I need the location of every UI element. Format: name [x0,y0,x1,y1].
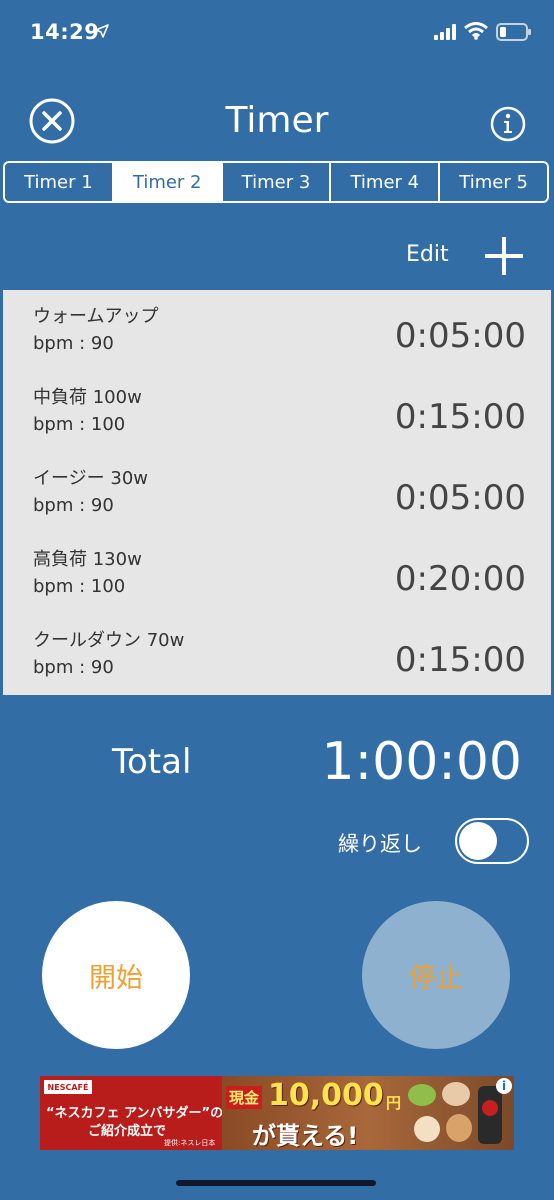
battery-icon [496,23,531,41]
edit-button[interactable]: Edit [406,242,449,267]
start-button[interactable]: 開始 [42,901,190,1049]
interval-duration: 0:05:00 [394,316,526,356]
info-icon[interactable] [490,106,526,142]
interval-name: ウォームアップ [33,306,159,327]
interval-bpm: bpm : 100 [33,414,126,435]
location-arrow-icon [95,24,109,38]
ad-banner[interactable]: NESCAFÉ “ネスカフェ アンバサダー”の ご紹介成立で 提供:ネスレ日本 … [40,1076,514,1150]
list-item[interactable]: 中負荷 100w bpm : 100 0:15:00 [3,371,551,452]
interval-duration: 0:15:00 [394,397,526,437]
list-item[interactable]: 高負荷 130w bpm : 100 0:20:00 [3,533,551,614]
ad-line2: ご紹介成立で [88,1124,167,1139]
wifi-icon [464,22,488,40]
status-bar: 14:29 [0,0,554,70]
interval-name: 高負荷 130w [33,549,142,570]
status-time: 14:29 [30,20,100,44]
coffee-cup-icon [408,1084,436,1106]
interval-name: 中負荷 100w [33,387,142,408]
list-item[interactable]: イージー 30w bpm : 90 0:05:00 [3,452,551,533]
interval-name: イージー 30w [33,468,148,489]
ad-line1: “ネスカフェ アンバサダー”の [46,1106,224,1121]
interval-duration: 0:05:00 [394,478,526,518]
total-value: 1:00:00 [321,732,522,792]
coffee-cup-icon [442,1082,470,1106]
coffee-cup-icon [414,1116,440,1142]
add-icon[interactable] [482,234,526,278]
interval-name: クールダウン 70w [33,630,185,651]
tab-timer-1[interactable]: Timer 1 [5,163,114,201]
cellular-signal-icon [434,24,456,40]
repeat-label: 繰り返し [338,832,422,856]
stop-button[interactable]: 停止 [362,901,510,1049]
coffee-machine-icon [478,1086,502,1144]
ad-right-panel: 現金 10,000 円 が貰える! i [222,1076,514,1150]
interval-bpm: bpm : 90 [33,657,114,678]
ad-left-panel: NESCAFÉ “ネスカフェ アンバサダー”の ご紹介成立で 提供:ネスレ日本 [40,1076,224,1150]
timer-tabs: Timer 1 Timer 2 Timer 3 Timer 4 Timer 5 [3,161,549,203]
interval-duration: 0:15:00 [394,640,526,680]
interval-bpm: bpm : 100 [33,576,126,597]
page-title: Timer [225,100,329,141]
interval-duration: 0:20:00 [394,559,526,599]
interval-list: ウォームアップ bpm : 90 0:05:00 中負荷 100w bpm : … [3,290,551,695]
toggle-knob [459,822,497,860]
home-indicator [176,1180,376,1186]
coffee-cup-icon [446,1114,472,1142]
ad-brand-logo: NESCAFÉ [44,1080,92,1094]
tab-timer-5[interactable]: Timer 5 [440,163,547,201]
repeat-toggle[interactable] [455,818,529,864]
total-label: Total [112,742,192,782]
ad-cash-label: 現金 [226,1086,263,1109]
ad-yen: 円 [386,1094,402,1112]
ad-tagline: が貰える! [252,1122,359,1150]
tab-timer-3[interactable]: Timer 3 [223,163,332,201]
list-item[interactable]: クールダウン 70w bpm : 90 0:15:00 [3,614,551,695]
ad-source: 提供:ネスレ日本 [164,1139,216,1147]
tab-timer-4[interactable]: Timer 4 [331,163,441,201]
tab-timer-2[interactable]: Timer 2 [113,163,223,201]
list-item[interactable]: ウォームアップ bpm : 90 0:05:00 [3,290,551,371]
ad-amount: 10,000 [268,1078,384,1113]
interval-bpm: bpm : 90 [33,333,114,354]
ad-info-icon[interactable]: i [496,1078,512,1094]
interval-bpm: bpm : 90 [33,495,114,516]
